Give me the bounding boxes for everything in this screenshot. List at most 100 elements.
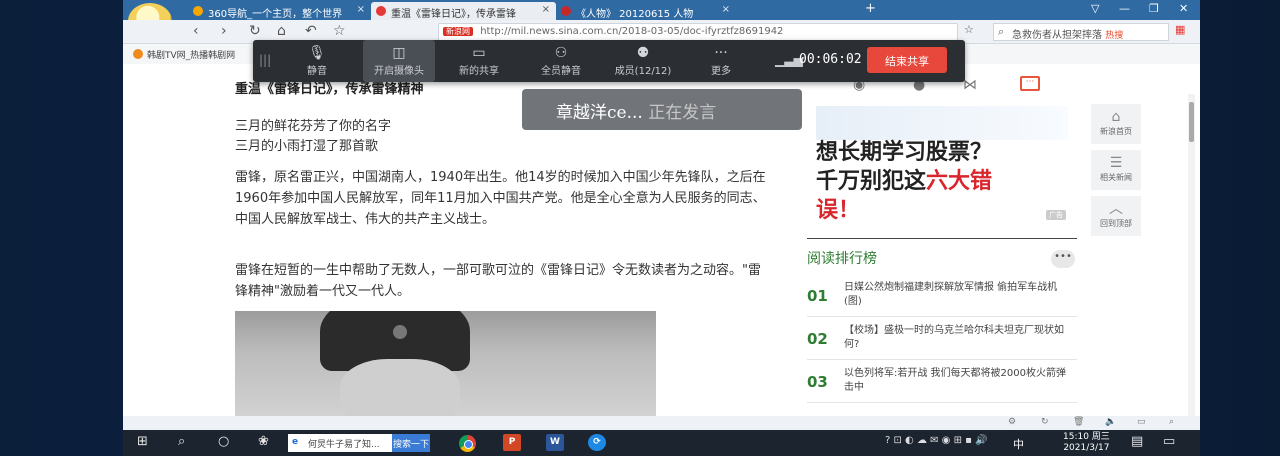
notification-icon[interactable]: ▤ (1131, 434, 1143, 449)
ad-highlight: 六大错 (926, 169, 993, 194)
mute-button[interactable]: 🎙 静音 (281, 40, 353, 82)
speaker-name: 章越洋ce... (556, 103, 643, 123)
action-center-icon[interactable]: ▭ (1163, 434, 1175, 449)
tab-label: 360导航_一个主页，整个世界 (208, 9, 343, 20)
meeting-timer: 00:06:02 (799, 52, 862, 67)
window-icon[interactable]: ▭ (1137, 417, 1146, 427)
ranking-more-button[interactable]: ••• (1051, 250, 1075, 268)
address-bar[interactable]: 新浪网 http://mil.news.sina.com.cn/2018-03-… (438, 23, 958, 41)
ranking-item[interactable]: 01 日媒公然炮制福建刺探解放军情报 偷拍军车战机(图) (807, 275, 1077, 317)
side-tools: ⌂ 新浪首页 ☰ 相关新闻 ︿ 回到顶部 (1091, 104, 1141, 242)
page-scrollbar[interactable] (1188, 94, 1195, 416)
input-language[interactable]: 中 (1013, 436, 1024, 452)
system-tray[interactable]: ? ⊡ ◐ ☁ ✉ ◉ ⊞ ▪ 🔊 (885, 435, 988, 446)
taskbar-search-button[interactable]: 搜索一下 (392, 434, 430, 452)
windows-start-icon[interactable]: ⊞ (137, 434, 148, 449)
new-tab-button[interactable]: + (865, 1, 876, 16)
ranking-item[interactable]: 03 以色列将军:若开战 我们每天都将被2000枚火箭弹击中 (807, 361, 1077, 403)
trash-icon[interactable]: 🗑 (1073, 417, 1084, 427)
more-icon: ··· (714, 45, 728, 61)
meeting-app-icon[interactable]: ⟳ (588, 434, 606, 451)
article-paragraph: 雷锋，原名雷正兴，中国湖南人，1940年出生。他14岁的时候加入中国少年先锋队，… (235, 170, 766, 227)
comment-icon[interactable]: ··· (1020, 76, 1040, 91)
bookmark-item[interactable]: 韩剧TV网_热播韩剧网 (147, 51, 235, 61)
ad-line: 想长期学习股票？ (816, 140, 993, 165)
ranking-title: 阅读排行榜 (807, 238, 1077, 268)
tab-renwu[interactable]: 《人物》 20120615 人物 × (556, 2, 736, 20)
bookmark-favicon-icon (133, 49, 143, 59)
tab-360[interactable]: 360导航_一个主页，整个世界 × (188, 2, 371, 20)
speaker-indicator: 章越洋ce... 正在发言 (522, 89, 802, 130)
back-icon[interactable]: ‹ (193, 23, 199, 39)
ranking-number: 02 (807, 330, 828, 348)
sidetool-top[interactable]: ︿ 回到顶部 (1091, 196, 1141, 236)
mic-icon: 🎙 (308, 45, 326, 61)
word-icon[interactable]: W (546, 434, 564, 451)
ad-line: 千万别犯这 (816, 169, 927, 194)
back-to-top-icon: ︿ (1109, 201, 1123, 217)
minimize-icon[interactable]: — (1119, 2, 1130, 15)
favorite-icon[interactable]: ☆ (964, 23, 974, 36)
screen: 360导航_一个主页，整个世界 × 重温《雷锋日记》，传承雷锋 × 《人物》 2… (0, 0, 1280, 456)
taskbar-clock[interactable]: 15:10 周三 2021/3/17 (1063, 432, 1110, 454)
mute-all-button[interactable]: ⚇ 全员静音 (525, 40, 597, 82)
more-button[interactable]: ··· 更多 (685, 40, 757, 82)
refresh-icon[interactable]: ↻ (249, 23, 261, 39)
article-photo (235, 311, 656, 416)
forward-icon[interactable]: › (221, 23, 227, 39)
windows-taskbar: ⊞ ⌕ ○ ❀ e 何炅牛子易了知... 搜索一下 P W ⟳ ? ⊡ ◐ ☁ … (123, 430, 1200, 456)
share-icon[interactable]: ⋈ (963, 77, 977, 93)
camera-icon: ◫ (392, 45, 406, 61)
zoom-icon[interactable]: ⌕ (1169, 417, 1174, 427)
members-button[interactable]: ⚉ 成员(12/12) (607, 40, 679, 82)
camera-button[interactable]: ◫ 开启摄像头 (363, 40, 435, 82)
search-text: 急救伤者从担架摔落 (1012, 30, 1102, 41)
volume-icon[interactable]: 🔈 (1105, 417, 1116, 427)
browser-status-bar: ⚙ ↻ 🗑 🔈 ▭ ⌕ (123, 416, 1200, 430)
app-launcher-icon[interactable]: ❀ (258, 434, 269, 449)
poem-line: 三月的小雨打湿了那首歌 (235, 139, 379, 154)
ranking-text[interactable]: 日媒公然炮制福建刺探解放军情报 偷拍军车战机(图) (844, 281, 1074, 309)
home-nav-icon[interactable]: ⌂ (277, 23, 286, 39)
accelerate-icon[interactable]: ⚙ (1008, 417, 1016, 427)
taskbar-search-input[interactable]: e 何炅牛子易了知... 搜索一下 (288, 434, 430, 452)
new-share-button[interactable]: ▭ 新的共享 (443, 40, 515, 82)
search-input[interactable]: ⌕ 急救伤者从担架摔落 热搜 (993, 23, 1169, 41)
news-icon: ☰ (1109, 155, 1123, 171)
speaker-status: 正在发言 (648, 103, 717, 123)
end-share-button[interactable]: 结束共享 (867, 47, 947, 73)
skin-icon[interactable]: ▽ (1091, 2, 1099, 15)
browser-app-icon[interactable] (459, 435, 476, 452)
tab-leifeng-active[interactable]: 重温《雷锋日记》，传承雷锋 × (371, 2, 556, 20)
ranking-text[interactable]: 以色列将军:若开战 我们每天都将被2000枚火箭弹击中 (844, 367, 1074, 395)
sidetool-news[interactable]: ☰ 相关新闻 (1091, 150, 1141, 190)
tab-close-icon[interactable]: × (722, 4, 730, 15)
tab-label: 《人物》 20120615 人物 (576, 9, 694, 20)
ad-banner[interactable]: 想长期学习股票？ 千万别犯这六大错 误！ 广告 (816, 138, 1078, 228)
drag-handle-icon[interactable]: ||| (259, 53, 271, 67)
task-view-icon[interactable]: ○ (218, 434, 229, 449)
refresh-small-icon[interactable]: ↻ (1041, 417, 1049, 427)
close-window-icon[interactable]: ✕ (1179, 2, 1188, 15)
meeting-toolbar: ||| 🎙 静音 ◫ 开启摄像头 ▭ 新的共享 ⚇ 全员静音 ⚉ 成员(12/1… (253, 40, 965, 82)
sidetool-home[interactable]: ⌂ 新浪首页 (1091, 104, 1141, 144)
search-taskbar-icon[interactable]: ⌕ (178, 434, 185, 449)
article-paragraph: 雷锋在短暂的一生中帮助了无数人，一部可歌可泣的《雷锋日记》令无数读者为之动容。"… (235, 263, 761, 299)
ranking-number: 01 (807, 287, 828, 305)
ranking-number: 03 (807, 373, 828, 391)
ad-banner-top[interactable] (816, 106, 1068, 140)
ranking-item[interactable]: 02 【校场】盛极一时的乌克兰哈尔科夫坦克厂现状如何? (807, 318, 1077, 360)
maximize-icon[interactable]: ❐ (1149, 2, 1159, 15)
tab-close-icon[interactable]: × (542, 4, 550, 15)
powerpoint-icon[interactable]: P (503, 434, 521, 451)
ranking-text[interactable]: 【校场】盛极一时的乌克兰哈尔科夫坦克厂现状如何? (844, 324, 1074, 352)
tab-favicon-icon (193, 6, 203, 16)
bookmark-star-icon[interactable]: ☆ (333, 23, 346, 39)
apps-grid-icon[interactable]: ▦ (1175, 23, 1185, 36)
ad-badge: 广告 (1046, 210, 1066, 220)
url-text: http://mil.news.sina.com.cn/2018-03-05/d… (480, 26, 784, 37)
share-screen-icon: ▭ (472, 45, 486, 61)
undo-icon[interactable]: ↶ (305, 23, 317, 39)
browser-tab-bar: 360导航_一个主页，整个世界 × 重温《雷锋日记》，传承雷锋 × 《人物》 2… (123, 0, 1200, 20)
tab-close-icon[interactable]: × (357, 4, 365, 15)
